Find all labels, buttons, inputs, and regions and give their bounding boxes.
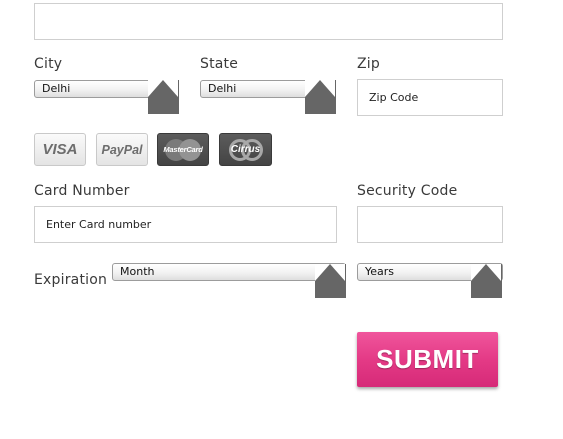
card-number-label: Card Number (34, 183, 130, 199)
expiration-year-value: Years (365, 265, 395, 278)
visa-card-text: VISA (42, 141, 78, 158)
expiration-label: Expiration (34, 272, 108, 288)
city-select-chevron-down-icon[interactable] (148, 80, 179, 114)
mastercard-card-icon: MasterCard (157, 133, 209, 166)
security-code-label: Security Code (357, 183, 458, 199)
paypal-card-text: PayPal (101, 142, 143, 157)
expiration-month-select[interactable]: Month (112, 263, 346, 281)
city-select-value: Delhi (42, 82, 71, 95)
zip-input-placeholder: Zip Code (369, 91, 419, 104)
state-label: State (200, 56, 239, 72)
address-input[interactable] (34, 3, 503, 40)
submit-button[interactable]: SUBMIT (357, 332, 498, 387)
state-select-chevron-down-icon[interactable] (305, 80, 336, 114)
visa-card-icon: VISA (34, 133, 86, 166)
zip-input[interactable]: Zip Code (357, 79, 503, 116)
expiration-month-chevron-down-icon[interactable] (315, 264, 346, 298)
city-label: City (34, 56, 63, 72)
cirrus-card-icon: Cirrus (219, 133, 272, 166)
security-code-input[interactable] (357, 206, 503, 243)
mastercard-logo: MasterCard (162, 138, 204, 161)
cirrus-logo: Cirrus (227, 138, 265, 161)
payment-form: City Delhi State Delhi Zip Zip Code VISA… (0, 0, 563, 439)
cirrus-card-text: Cirrus (230, 143, 261, 155)
paypal-card-icon: PayPal (96, 133, 148, 166)
mastercard-card-text: MasterCard (163, 144, 203, 154)
zip-label: Zip (357, 56, 380, 72)
expiration-month-value: Month (120, 265, 155, 278)
expiration-year-chevron-down-icon[interactable] (471, 264, 502, 298)
card-number-input[interactable]: Enter Card number (34, 206, 337, 243)
card-number-placeholder: Enter Card number (46, 218, 152, 231)
state-select-value: Delhi (208, 82, 237, 95)
